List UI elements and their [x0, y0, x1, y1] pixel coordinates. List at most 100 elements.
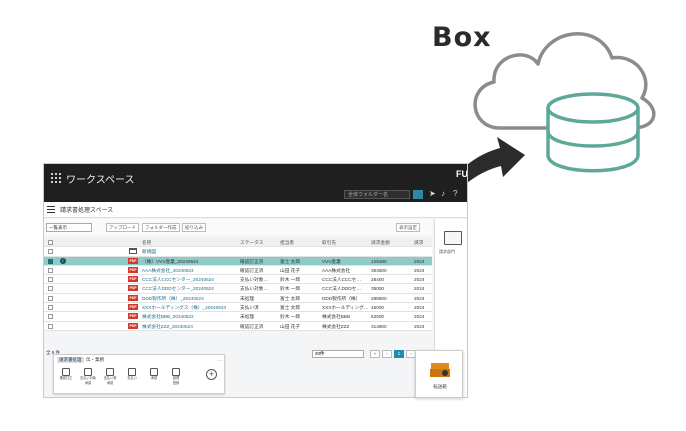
upload-button[interactable]: アップロード [106, 223, 139, 232]
add-action-icon[interactable]: + [206, 369, 217, 380]
database-icon [546, 92, 640, 173]
table-row[interactable]: PDF 株式会社BBB_20240522 未処理 鈴木 一郎 株式会社BBB 52500 2… [44, 312, 432, 322]
top-bar: ワークスペース FU 全体ウォルダー名 ➤ ♪ ? [44, 164, 467, 202]
table-row[interactable]: PDF DDD製作所（株）_20240523 未処理 富士 太郎 DDD製作所（株） 29… [44, 293, 432, 304]
row-checkbox[interactable] [48, 277, 53, 283]
transfer-inbox[interactable]: 転送箱 [415, 350, 463, 398]
send-icon[interactable]: ➤ [429, 189, 436, 198]
toolbar: 一覧表示 アップロード フォルダー作成 絞り込み 表示設定 [44, 219, 432, 235]
cell-name[interactable]: CCC法人CCCセンター_20240524 [142, 276, 236, 283]
cell-partner: 株式会社ZZZ [322, 323, 350, 329]
row-checkbox[interactable] [48, 249, 53, 255]
search-input[interactable]: 全体ウォルダー名 [344, 190, 410, 199]
action-button[interactable]: 確認訂正 [57, 368, 75, 382]
select-all-checkbox[interactable] [48, 240, 53, 245]
pdf-file-icon: PDF [128, 266, 138, 273]
cell-amount: 45000 [371, 305, 385, 311]
cell-partner: 株式会社BBB [322, 314, 351, 320]
action-button[interactable]: 支払い対象 承認 [79, 368, 97, 385]
search-button[interactable] [413, 190, 423, 199]
document-action-icon [128, 368, 136, 376]
document-action-icon [150, 368, 158, 376]
display-settings-button[interactable]: 表示設定 [396, 223, 420, 232]
cell-name[interactable]: AAA株式会社_20240524 [142, 267, 236, 274]
action-button[interactable]: 支払い [123, 368, 141, 382]
row-checkbox[interactable] [48, 295, 53, 301]
cell-name[interactable]: CCC法人DDDセンター_20240524 [142, 285, 236, 292]
tab-business[interactable]: 伝・業務 [84, 357, 106, 363]
action-panel: 請求書処理 伝・業務 ··· 確認訂正 支払い対象 承認 支払い済 承認 支払い承認 経理登… [53, 354, 225, 394]
action-label: 承認 [150, 376, 158, 380]
document-action-icon [62, 368, 70, 376]
current-page-button[interactable]: 1 [394, 350, 404, 358]
filter-button[interactable]: 絞り込み [182, 223, 206, 232]
row-checkbox[interactable] [48, 267, 53, 273]
table-row[interactable]: PDF XXXホールディングス（株）_20240523 支払い済 富士 太郎 XXXホー… [44, 303, 432, 313]
prev-page-button[interactable]: ‹ [382, 350, 392, 358]
column-header-amount[interactable]: 請求金額 [371, 239, 390, 246]
pdf-file-icon: PDF [128, 285, 138, 292]
cell-partner: DDD製作所（株） [322, 295, 361, 301]
cell-name[interactable]: 新規図 [142, 248, 236, 255]
department-tray-icon[interactable] [444, 231, 462, 245]
cell-amount: 28400 [371, 277, 385, 283]
column-header-date[interactable]: 請求 [414, 239, 423, 246]
cell-name[interactable]: （株）VVV産業_20240524 [142, 258, 236, 265]
menu-icon[interactable] [47, 206, 55, 213]
cell-partner: VVV産業 [322, 258, 341, 264]
cell-amount: 364500 [371, 267, 387, 273]
create-folder-button[interactable]: フォルダー作成 [142, 223, 180, 232]
cell-status: 支払い対象… [240, 286, 269, 292]
cell-amount: 314800 [371, 323, 387, 329]
column-header-name[interactable]: 名称 [142, 239, 151, 246]
row-checkbox[interactable] [48, 314, 53, 320]
table-row[interactable]: 新規図 [44, 247, 432, 257]
cell-status: 未処理 [240, 314, 255, 320]
inbox-label: 転送箱 [433, 384, 447, 389]
column-header-assignee[interactable]: 担当者 [280, 239, 294, 246]
row-checkbox[interactable] [48, 286, 53, 292]
table-row[interactable]: i PDF （株）VVV産業_20240524 確認訂正済 富士 太郎 VVV産業 1254… [44, 256, 432, 266]
table-row[interactable]: PDF AAA株式会社_20240524 確認訂正済 山田 花子 AAA株式会社 3645… [44, 265, 432, 276]
row-checkbox[interactable] [48, 323, 53, 329]
cell-assignee: 山田 花子 [280, 323, 301, 329]
cell-assignee: 富士 太郎 [280, 258, 301, 264]
table-row[interactable]: PDF CCC法人CCCセンター_20240524 支払い対象… 鈴木 一郎 CCC法人… [44, 275, 432, 285]
document-action-icon [84, 368, 92, 376]
more-options-icon[interactable]: ··· [218, 358, 223, 364]
column-header-partner[interactable]: 取引先 [322, 239, 336, 246]
tab-invoice-processing[interactable]: 請求書処理 [57, 357, 84, 363]
action-button[interactable]: 承認 [145, 368, 163, 382]
cell-name[interactable]: XXXホールディングス（株）_20240523 [142, 304, 236, 311]
document-action-icon [106, 368, 114, 376]
help-icon[interactable]: ? [453, 189, 457, 198]
cell-assignee: 鈴木 一郎 [280, 277, 301, 283]
action-button[interactable]: 支払い済 承認 [101, 368, 119, 385]
cell-name[interactable]: 株式会社ZZZ_20240523 [142, 323, 236, 330]
table-row[interactable]: PDF CCC法人DDDセンター_20240524 支払い対象… 鈴木 一郎 CCC法人… [44, 284, 432, 294]
info-icon[interactable]: i [60, 257, 66, 264]
per-page-select[interactable]: 20件 [312, 350, 364, 358]
inbox-tray-icon [430, 363, 450, 377]
cell-name[interactable]: 株式会社BBB_20240522 [142, 313, 236, 320]
cell-partner: AAA株式会社 [322, 267, 351, 273]
cloud-icon [473, 32, 656, 130]
cell-assignee: 富士 太郎 [280, 305, 301, 311]
cell-amount: 52500 [371, 314, 385, 320]
row-checkbox[interactable] [48, 258, 53, 264]
view-select[interactable]: 一覧表示 [46, 223, 92, 232]
cell-name[interactable]: DDD製作所（株）_20240523 [142, 295, 236, 302]
cell-date: 2024 [414, 323, 425, 329]
app-grid-icon[interactable] [51, 173, 61, 183]
table-row[interactable]: PDF 株式会社ZZZ_20240523 確認訂正済 山田 花子 株式会社ZZZ 3148… [44, 321, 432, 331]
action-button[interactable]: 経理 登録 [167, 368, 185, 385]
column-header-status[interactable]: ステータス [240, 239, 263, 246]
first-page-button[interactable]: « [370, 350, 380, 358]
cell-date: 2024 [414, 277, 425, 283]
cell-status: 確認訂正済 [240, 267, 264, 273]
pdf-file-icon: PDF [128, 313, 138, 320]
notification-bell-icon[interactable]: ♪ [441, 189, 445, 198]
cell-assignee: 鈴木 一郎 [280, 286, 301, 292]
row-checkbox[interactable] [48, 305, 53, 311]
cell-date: 2024 [414, 314, 425, 320]
